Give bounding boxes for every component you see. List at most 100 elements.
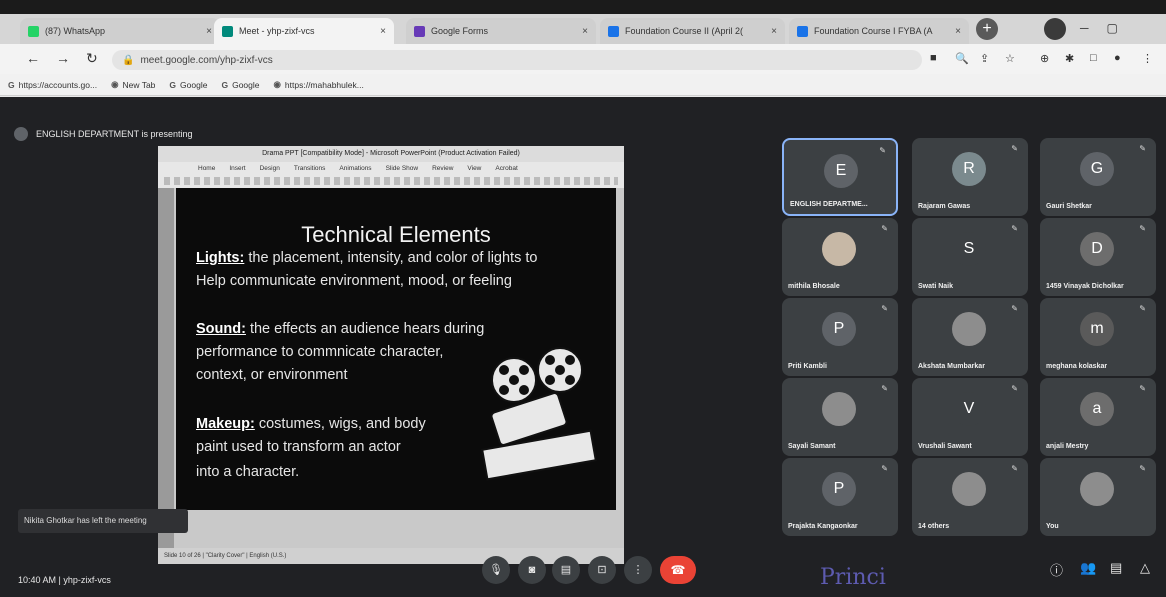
participant-tile[interactable]: G Gauri Shetkar ✎ xyxy=(1040,138,1156,216)
sidebar-icon[interactable]: □ xyxy=(1090,52,1097,64)
mic-muted-icon: ✎ xyxy=(1011,224,1018,233)
close-icon[interactable]: × xyxy=(771,26,777,37)
participant-avatar: E xyxy=(824,154,858,188)
participant-tile[interactable]: a anjali Mestry ✎ xyxy=(1040,378,1156,456)
participant-avatar: m xyxy=(1080,312,1114,346)
meet-icon xyxy=(222,25,233,37)
participant-avatar xyxy=(822,232,856,266)
bookmark-google[interactable]: G Google xyxy=(169,80,207,90)
participant-avatar: P xyxy=(822,312,856,346)
bookmark-mahabhulek[interactable]: ◉ https://mahabhulek... xyxy=(274,79,364,90)
participant-tile[interactable]: Akshata Mumbarkar ✎ xyxy=(912,298,1028,376)
participant-name: Priti Kambli xyxy=(788,363,827,370)
close-icon[interactable]: × xyxy=(380,26,386,37)
participant-tile[interactable]: mithila Bhosale ✎ xyxy=(782,218,898,296)
participant-name: Prajakta Kangaonkar xyxy=(788,523,858,530)
account-icon[interactable]: ● xyxy=(1114,52,1121,64)
ribbon-tab[interactable]: View xyxy=(467,165,481,172)
chat-icon[interactable]: ▤ xyxy=(1110,560,1122,576)
slide-lights-line-2: Help communicate environment, mood, or f… xyxy=(196,273,512,289)
new-tab-button[interactable]: + xyxy=(976,18,998,40)
zoom-icon[interactable]: 🔍 xyxy=(955,52,969,65)
minimize-icon[interactable]: ─ xyxy=(1080,21,1089,35)
participant-tile[interactable]: Sayali Samant ✎ xyxy=(782,378,898,456)
participant-avatar: G xyxy=(1080,152,1114,186)
close-icon[interactable]: × xyxy=(582,26,588,37)
profile-avatar[interactable] xyxy=(1044,18,1066,40)
bookmark-label: New Tab xyxy=(122,79,156,90)
principal-stamp: Princi xyxy=(820,565,886,590)
ribbon-tab[interactable]: Transitions xyxy=(294,165,326,172)
people-icon[interactable]: 👥 xyxy=(1080,560,1096,576)
google-icon: G xyxy=(169,79,177,90)
ribbon-tab[interactable]: Design xyxy=(260,165,280,172)
mic-muted-icon: ✎ xyxy=(1139,384,1146,393)
participant-tile[interactable]: m meghana kolaskar ✎ xyxy=(1040,298,1156,376)
google-icon: G xyxy=(8,79,15,90)
top-dark-strip xyxy=(0,0,1166,14)
ribbon-tab[interactable]: Acrobat xyxy=(495,165,517,172)
info-icon[interactable]: ⓘ xyxy=(1050,560,1063,579)
participant-name: Sayali Samant xyxy=(788,443,836,450)
makeup-text: costumes, wigs, and body xyxy=(254,416,426,432)
slide-sound-line-2: performance to commnicate character, xyxy=(196,344,444,360)
mic-muted-icon: ✎ xyxy=(1011,384,1018,393)
close-icon[interactable]: × xyxy=(206,26,212,37)
participant-tile[interactable]: S Swati Naik ✎ xyxy=(912,218,1028,296)
camera-button[interactable]: ◙ xyxy=(518,556,546,584)
participant-tile[interactable]: P Prajakta Kangaonkar ✎ xyxy=(782,458,898,536)
lights-text: the placement, intensity, and color of l… xyxy=(244,250,538,266)
tab-label: (87) WhatsApp xyxy=(45,26,106,36)
globe-icon: ◉ xyxy=(111,79,119,89)
present-button[interactable]: ⊡ xyxy=(588,556,616,584)
camera-icon[interactable]: ■ xyxy=(930,52,937,64)
tab-foundation-course-2[interactable]: Foundation Course II (April 2( × xyxy=(600,18,785,44)
ribbon-tab[interactable]: Review xyxy=(432,165,453,172)
slide-makeup-line-3: into a character. xyxy=(196,464,300,480)
extension-icon[interactable]: ⊕ xyxy=(1040,52,1049,65)
activities-icon[interactable]: △ xyxy=(1140,560,1150,576)
participant-tile[interactable]: D 1459 Vinayak Dicholkar ✎ xyxy=(1040,218,1156,296)
reload-icon[interactable]: ↻ xyxy=(86,50,98,67)
more-options-button[interactable]: ⋮ xyxy=(624,556,652,584)
bookmark-accounts[interactable]: Ghttps://accounts.go... xyxy=(8,80,97,90)
slide-thumbnail-pane[interactable] xyxy=(158,188,174,548)
ribbon-tab[interactable]: Slide Show xyxy=(386,165,419,172)
participant-tile[interactable]: P Priti Kambli ✎ xyxy=(782,298,898,376)
globe-icon: ◉ xyxy=(273,79,281,89)
tab-meet[interactable]: Meet - yhp-zixf-vcs × xyxy=(214,18,394,44)
back-arrow-icon[interactable]: ← xyxy=(26,50,40,66)
tab-whatsapp[interactable]: (87) WhatsApp × xyxy=(20,18,220,44)
ribbon-tab[interactable]: Insert xyxy=(229,165,245,172)
participant-tile[interactable]: 14 others ✎ xyxy=(912,458,1028,536)
close-icon[interactable]: × xyxy=(955,26,961,37)
bookmark-google-2[interactable]: G Google xyxy=(221,80,259,90)
mic-muted-icon: ✎ xyxy=(881,384,888,393)
participant-tile[interactable]: V Vrushali Sawant ✎ xyxy=(912,378,1028,456)
captions-button[interactable]: ▤ xyxy=(552,556,580,584)
google-icon: G xyxy=(221,79,229,90)
mic-button[interactable]: 🎙 xyxy=(482,556,510,584)
ribbon-tab[interactable]: Animations xyxy=(339,165,371,172)
maximize-icon[interactable]: ▢ xyxy=(1107,21,1118,35)
menu-icon[interactable]: ⋮ xyxy=(1142,52,1153,65)
participant-tile[interactable]: E ENGLISH DEPARTME... ✎ xyxy=(782,138,898,216)
whatsapp-icon xyxy=(28,25,39,37)
puzzle-icon[interactable]: ✱ xyxy=(1065,52,1074,65)
leave-call-button[interactable]: ☎ xyxy=(660,556,696,584)
presenting-banner: ENGLISH DEPARTMENT is presenting xyxy=(14,127,193,141)
star-icon[interactable]: ☆ xyxy=(1005,52,1015,65)
participant-tile[interactable]: You ✎ xyxy=(1040,458,1156,536)
share-icon[interactable]: ⇪ xyxy=(980,52,989,65)
address-bar[interactable]: 🔒 meet.google.com/yhp-zixf-vcs xyxy=(112,50,922,70)
participant-tile[interactable]: R Rajaram Gawas ✎ xyxy=(912,138,1028,216)
window-controls[interactable]: ─ ▢ xyxy=(1080,16,1160,40)
participant-avatar: R xyxy=(952,152,986,186)
ribbon-tab[interactable]: Home xyxy=(198,165,215,172)
mic-muted-icon: ✎ xyxy=(879,146,886,155)
forward-arrow-icon[interactable]: → xyxy=(56,50,70,66)
bookmark-new-tab[interactable]: ◉ New Tab xyxy=(111,79,155,90)
tab-google-forms[interactable]: Google Forms × xyxy=(406,18,596,44)
tab-foundation-course-1[interactable]: Foundation Course I FYBA (A × xyxy=(789,18,969,44)
mic-muted-icon: ✎ xyxy=(1139,304,1146,313)
